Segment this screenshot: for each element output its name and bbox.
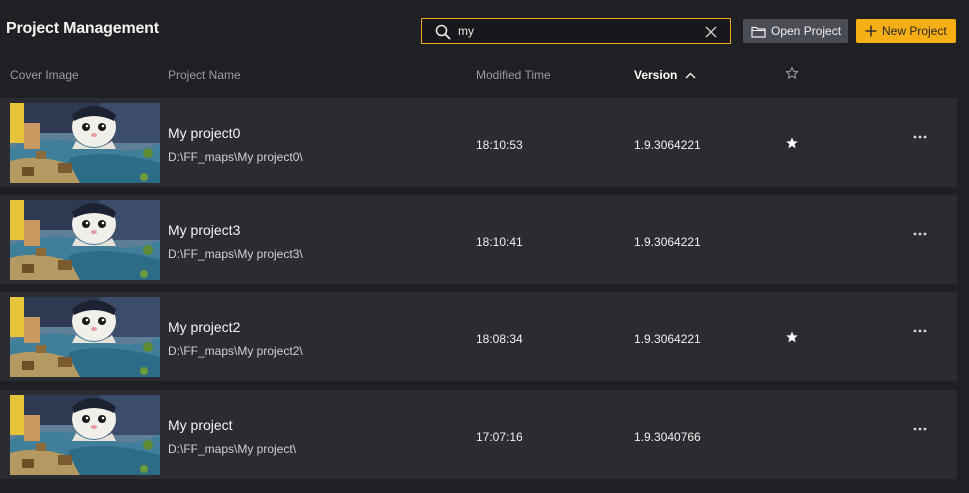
modified-time: 18:08:34 — [476, 332, 523, 346]
cover-image — [10, 395, 160, 475]
close-icon[interactable] — [704, 25, 718, 39]
more-options-icon[interactable] — [912, 326, 928, 336]
project-version: 1.9.3064221 — [634, 332, 701, 346]
cover-image — [10, 297, 160, 377]
modified-time: 17:07:16 — [476, 430, 523, 444]
plus-icon — [865, 25, 877, 37]
project-version: 1.9.3064221 — [634, 138, 701, 152]
new-project-label: New Project — [882, 24, 947, 38]
modified-time: 18:10:53 — [476, 138, 523, 152]
project-name: My project — [168, 417, 233, 433]
search-input[interactable]: my — [458, 24, 474, 38]
column-header-cover: Cover Image — [10, 68, 79, 82]
cover-image — [10, 200, 160, 280]
column-header-name[interactable]: Project Name — [168, 68, 241, 82]
project-path: D:\FF_maps\My project0\ — [168, 150, 303, 164]
open-project-label: Open Project — [771, 24, 842, 38]
column-header-version[interactable]: Version — [634, 68, 696, 82]
open-project-button[interactable]: Open Project — [743, 19, 848, 43]
cover-image — [10, 103, 160, 183]
project-version: 1.9.3064221 — [634, 235, 701, 249]
column-header-version-label: Version — [634, 68, 678, 82]
project-path: D:\FF_maps\My project2\ — [168, 344, 303, 358]
favorite-star-icon[interactable] — [785, 136, 799, 150]
more-options-icon[interactable] — [912, 132, 928, 142]
table-header: Cover Image Project Name Modified Time V… — [0, 62, 969, 88]
search-field[interactable]: my — [421, 18, 731, 44]
project-name: My project2 — [168, 319, 241, 335]
sort-ascending-icon — [685, 72, 696, 78]
search-icon — [435, 24, 451, 40]
page-title: Project Management — [6, 20, 159, 37]
project-path: D:\FF_maps\My project3\ — [168, 247, 303, 261]
favorite-star-icon[interactable] — [785, 330, 799, 344]
top-bar: Project Management my Open Project New P… — [0, 0, 969, 62]
project-row[interactable]: My project0 D:\FF_maps\My project0\ 18:1… — [0, 98, 957, 187]
project-name: My project0 — [168, 125, 241, 141]
folder-icon — [751, 26, 766, 38]
project-path: D:\FF_maps\My project\ — [168, 442, 297, 456]
project-version: 1.9.3040766 — [634, 430, 701, 444]
project-name: My project3 — [168, 222, 241, 238]
project-row[interactable]: My project3 D:\FF_maps\My project3\ 18:1… — [0, 195, 957, 284]
more-options-icon[interactable] — [912, 424, 928, 434]
more-options-icon[interactable] — [912, 229, 928, 239]
project-row[interactable]: My project2 D:\FF_maps\My project2\ 18:0… — [0, 292, 957, 381]
star-outline-icon[interactable] — [785, 66, 799, 80]
project-row[interactable]: My project D:\FF_maps\My project\ 17:07:… — [0, 390, 957, 479]
new-project-button[interactable]: New Project — [856, 19, 956, 43]
modified-time: 18:10:41 — [476, 235, 523, 249]
column-header-modified[interactable]: Modified Time — [476, 68, 551, 82]
